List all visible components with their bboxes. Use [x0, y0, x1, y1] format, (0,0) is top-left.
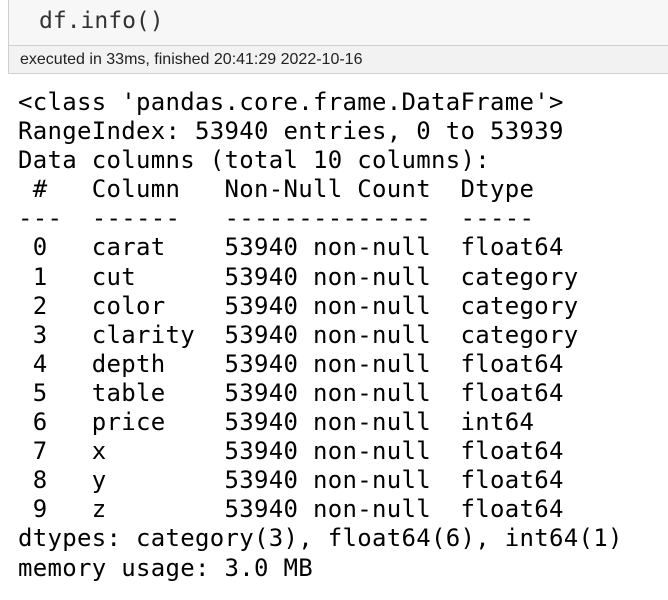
cell-output: <class 'pandas.core.frame.DataFrame'> Ran…: [18, 88, 623, 583]
execution-info-bar: executed in 33ms, finished 20:41:29 2022…: [8, 46, 668, 74]
output-line: 1 cut 53940 non-null category: [18, 262, 579, 291]
output-line: 6 price 53940 non-null int64: [18, 408, 579, 437]
output-line: <class 'pandas.core.frame.DataFrame'>: [18, 88, 564, 116]
output-line: 7 x 53940 non-null float64: [18, 437, 579, 466]
output-line: # Column Non-Null Count Dtype: [18, 175, 579, 204]
output-line: 2 color 53940 non-null category: [18, 291, 579, 320]
output-line: 8 y 53940 non-null float64: [18, 466, 579, 495]
output-line: 5 table 53940 non-null float64: [18, 378, 579, 407]
output-line: 0 carat 53940 non-null float64: [18, 233, 579, 262]
output-line: 9 z 53940 non-null float64: [18, 495, 579, 524]
output-line: memory usage: 3.0 MB: [18, 553, 313, 582]
output-line: dtypes: category(3), float64(6), int64(1…: [18, 524, 623, 553]
output-line: 3 clarity 53940 non-null category: [18, 320, 579, 349]
output-line: 4 depth 53940 non-null float64: [18, 349, 579, 378]
output-line: Data columns (total 10 columns):: [18, 146, 490, 175]
output-line: RangeIndex: 53940 entries, 0 to 53939: [18, 117, 564, 146]
code-cell-input[interactable]: df.info(): [8, 0, 668, 46]
execution-status-text: executed in 33ms, finished 20:41:29 2022…: [20, 51, 363, 68]
output-line: --- ------ -------------- -----: [18, 204, 579, 233]
code-text[interactable]: df.info(): [39, 5, 164, 37]
